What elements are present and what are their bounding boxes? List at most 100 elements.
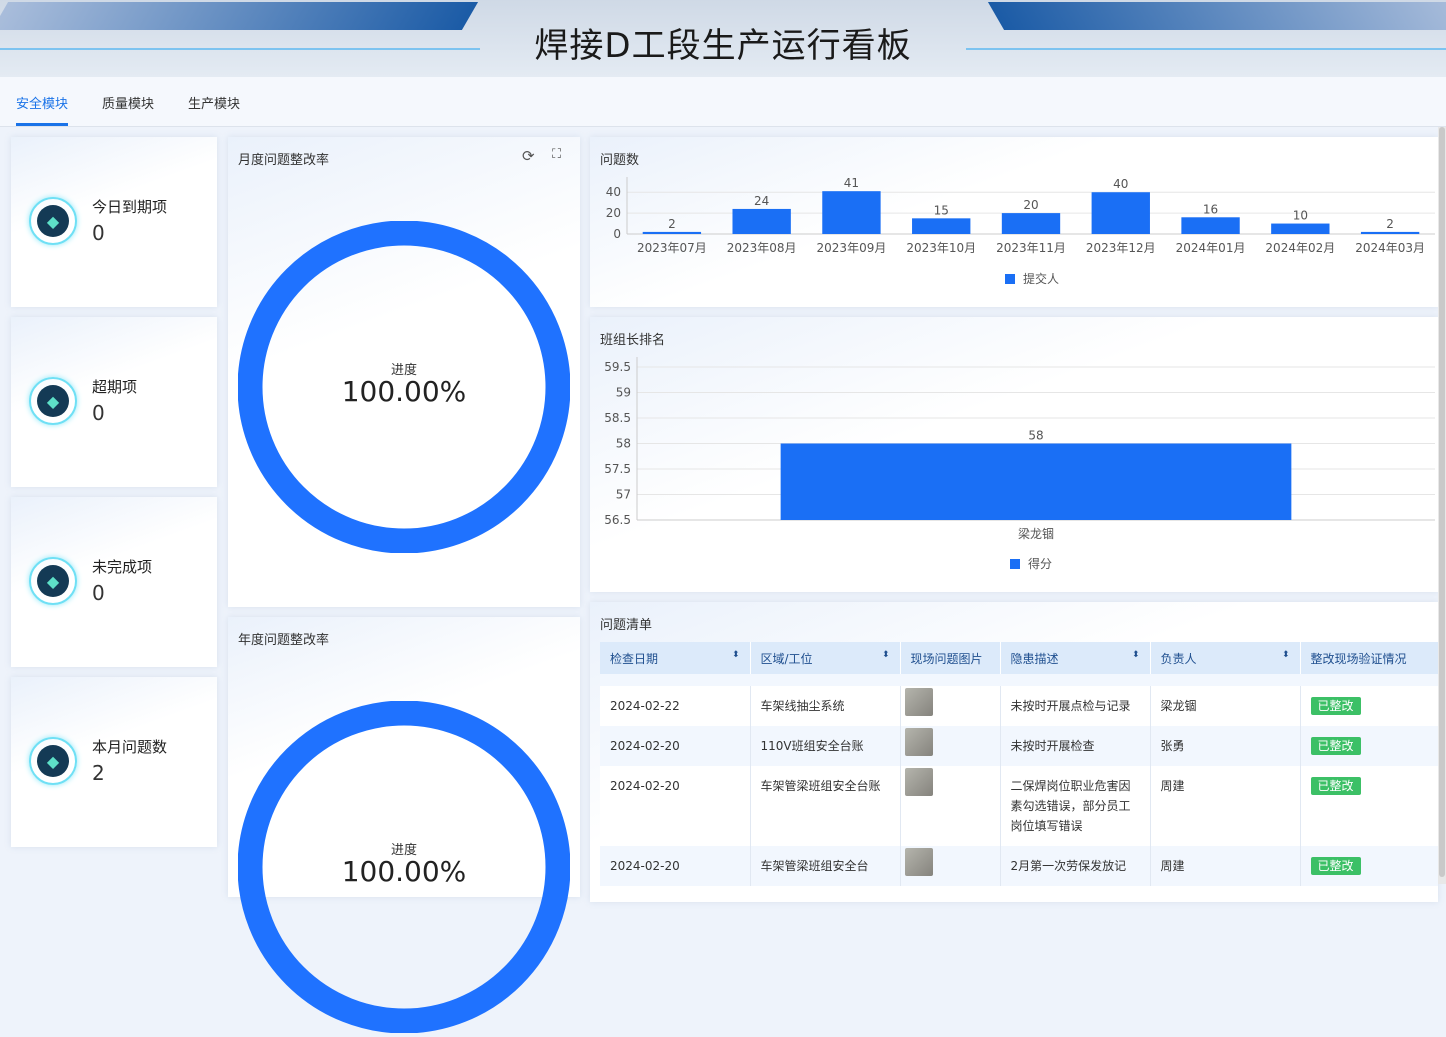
column-label: 检查日期 — [610, 652, 658, 666]
column-header[interactable]: 整改现场验证情况 — [1300, 642, 1438, 674]
data-label: 15 — [934, 203, 949, 217]
y-tick-label: 59.5 — [604, 360, 631, 374]
table-row[interactable]: 2024-02-20 110V班组安全台账 未按时开展检查 张勇 已整改 — [600, 726, 1438, 766]
sort-icon[interactable]: ⬍ — [882, 650, 890, 660]
table-row[interactable]: 2024-02-20 车架管梁班组安全台账 二保焊岗位职业危害因素勾选错误，部分… — [600, 766, 1438, 846]
module-tabs: 安全模块 质量模块 生产模块 — [0, 77, 1446, 127]
column-header[interactable]: 检查日期 ⬍ — [600, 642, 750, 674]
photo-cell — [900, 726, 1000, 766]
column-header[interactable]: 区域/工位 ⬍ — [750, 642, 900, 674]
bar — [643, 232, 701, 234]
stat-card: ◆ 本月问题数 2 — [11, 677, 217, 847]
gauge-value: 100.00% — [238, 855, 570, 888]
bar — [1002, 213, 1060, 234]
x-tick-label: 2024年03月 — [1355, 241, 1425, 255]
header-banner: 焊接D工段生产运行看板 — [0, 0, 1446, 77]
description-cell: 未按时开展检查 — [1000, 726, 1150, 766]
sort-icon[interactable]: ⬍ — [732, 650, 740, 660]
issue-photo-thumbnail[interactable] — [905, 688, 933, 716]
issue-list-card: 问题清单 检查日期⬍区域/工位⬍现场问题图片隐患描述⬍负责人⬍整改现场验证情况 … — [590, 602, 1438, 902]
issue-photo-thumbnail[interactable] — [905, 728, 933, 756]
page-scrollbar[interactable] — [1438, 127, 1446, 884]
fullscreen-icon[interactable]: ⛶ — [552, 147, 561, 162]
bar — [1361, 232, 1419, 234]
status-badge: 已整改 — [1311, 737, 1361, 755]
x-tick-label: 2023年09月 — [817, 241, 887, 255]
stat-card: ◆ 今日到期项 0 — [11, 137, 217, 307]
diamond-icon: ◆ — [29, 737, 77, 785]
issue-photo-thumbnail[interactable] — [905, 768, 933, 796]
legend-swatch — [1005, 274, 1015, 284]
y-tick-label: 57.5 — [604, 462, 631, 476]
card-title: 年度问题整改率 — [238, 629, 329, 648]
tab-safety[interactable]: 安全模块 — [16, 93, 68, 112]
x-tick-label: 2024年02月 — [1265, 241, 1335, 255]
photo-cell — [900, 766, 1000, 846]
status-badge: 已整改 — [1311, 777, 1361, 795]
monthly-rate-card: 月度问题整改率 ⟳ ⛶ 进度 100.00% — [228, 137, 580, 607]
column-header[interactable]: 隐患描述 ⬍ — [1000, 642, 1150, 674]
date-cell: 2024-02-20 — [600, 766, 750, 846]
x-tick-label: 2023年12月 — [1086, 241, 1156, 255]
issue-photo-thumbnail[interactable] — [905, 848, 933, 876]
y-tick-label: 0 — [613, 227, 621, 241]
x-tick-label: 2023年11月 — [996, 241, 1066, 255]
photo-cell — [900, 686, 1000, 726]
tab-quality[interactable]: 质量模块 — [102, 93, 154, 112]
team-ranking-card: 班组长排名 56.55757.55858.55959.558梁龙锢得分 — [590, 317, 1438, 592]
sort-icon[interactable]: ⬍ — [1282, 650, 1290, 660]
description-cell: 2月第一次劳保发放记 — [1000, 846, 1150, 886]
stat-value: 2 — [92, 761, 105, 785]
description-cell: 未按时开展点检与记录 — [1000, 686, 1150, 726]
photo-cell — [900, 846, 1000, 886]
refresh-icon[interactable]: ⟳ — [522, 147, 535, 165]
y-tick-label: 58 — [616, 437, 631, 451]
status-cell: 已整改 — [1300, 766, 1438, 846]
x-tick-label: 2024年01月 — [1176, 241, 1246, 255]
sort-icon[interactable]: ⬍ — [1132, 650, 1140, 660]
data-label: 10 — [1293, 209, 1308, 223]
tab-production[interactable]: 生产模块 — [188, 93, 240, 112]
person-link[interactable]: 张勇 — [1150, 726, 1300, 766]
team-ranking-chart: 56.55757.55858.55959.558梁龙锢得分 — [590, 317, 1438, 592]
data-label: 40 — [1113, 177, 1128, 191]
bar — [1181, 217, 1239, 234]
table-row[interactable]: 2024-02-22 车架线抽尘系统 未按时开展点检与记录 梁龙锢 已整改 — [600, 686, 1438, 726]
table-row[interactable]: 2024-02-20 车架管梁班组安全台 2月第一次劳保发放记 周建 已整改 — [600, 846, 1438, 886]
column-label: 现场问题图片 — [911, 652, 983, 666]
date-cell: 2024-02-22 — [600, 686, 750, 726]
column-header[interactable]: 负责人⬍ — [1150, 642, 1300, 674]
person-link[interactable]: 梁龙锢 — [1150, 686, 1300, 726]
bar — [781, 444, 1292, 521]
card-title: 问题清单 — [600, 614, 652, 633]
column-label: 隐患描述 — [1011, 652, 1059, 666]
column-header[interactable]: 现场问题图片 — [900, 642, 1000, 674]
person-link[interactable]: 周建 — [1150, 846, 1300, 886]
column-label: 区域/工位 — [761, 652, 813, 666]
status-badge: 已整改 — [1311, 697, 1361, 715]
y-tick-label: 56.5 — [604, 513, 631, 527]
status-badge: 已整改 — [1311, 857, 1361, 875]
stat-label: 未完成项 — [92, 556, 152, 577]
data-label: 16 — [1203, 202, 1218, 216]
issue-table: 检查日期⬍区域/工位⬍现场问题图片隐患描述⬍负责人⬍整改现场验证情况 2024-… — [600, 642, 1438, 886]
y-tick-label: 57 — [616, 488, 631, 502]
status-cell: 已整改 — [1300, 686, 1438, 726]
issue-count-card: 问题数 0204022023年07月242023年08月412023年09月15… — [590, 137, 1438, 307]
stat-label: 今日到期项 — [92, 196, 167, 217]
x-tick-label: 2023年08月 — [727, 241, 797, 255]
data-label: 41 — [844, 176, 859, 190]
legend-swatch — [1010, 559, 1020, 569]
bar — [822, 191, 880, 234]
bar — [1271, 224, 1329, 234]
data-label: 24 — [754, 194, 769, 208]
date-cell: 2024-02-20 — [600, 726, 750, 766]
y-tick-label: 58.5 — [604, 411, 631, 425]
person-link[interactable]: 周建 — [1150, 766, 1300, 846]
legend-label: 提交人 — [1023, 271, 1059, 286]
x-tick-label: 2023年07月 — [637, 241, 707, 255]
y-tick-label: 59 — [616, 386, 631, 400]
bar — [912, 218, 970, 234]
stat-label: 超期项 — [92, 376, 137, 397]
stat-value: 0 — [92, 581, 105, 605]
